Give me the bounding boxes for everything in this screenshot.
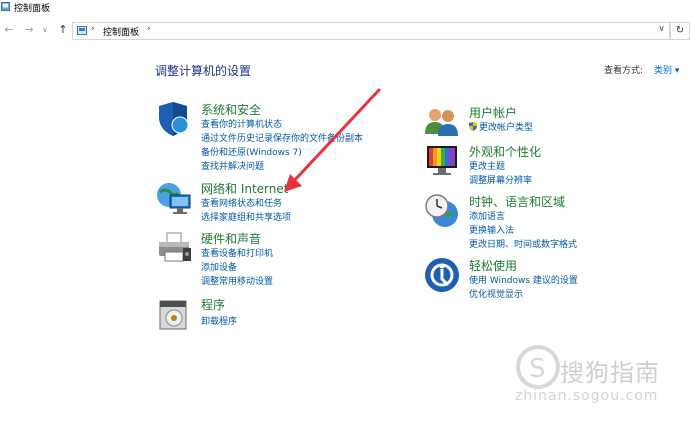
svg-text:S: S xyxy=(529,354,546,384)
watermark-url: zhinan.sogou.com xyxy=(515,388,659,404)
watermark-text: 搜狗指南 xyxy=(560,359,660,387)
